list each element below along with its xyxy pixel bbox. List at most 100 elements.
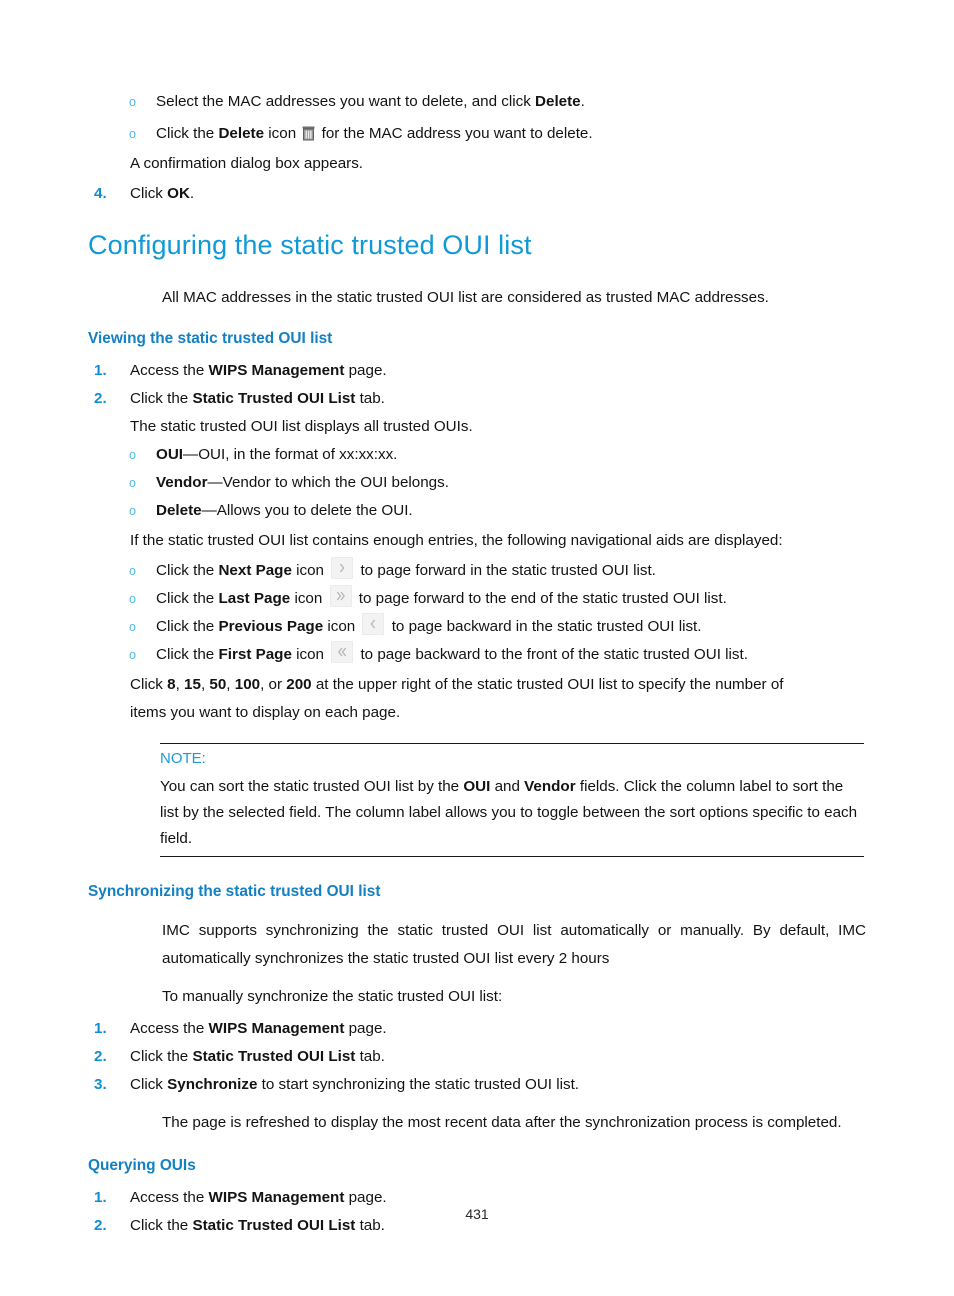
list-item: o Click the Last Page icon to page forwa… <box>88 585 866 613</box>
list-item: o Click the First Page icon to page back… <box>88 641 866 669</box>
previous-page-icon[interactable] <box>362 613 385 635</box>
bullet-marker: o <box>129 648 136 662</box>
bullet-marker: o <box>129 620 136 634</box>
list-item: o Click the Delete icon for the MAC addr… <box>88 120 866 148</box>
page-size-option-50: 50 <box>209 676 227 693</box>
bold-term: Synchronize <box>167 1076 258 1093</box>
manual-intro-paragraph: To manually synchronize the static trust… <box>162 988 503 1005</box>
list-item: o Click the Next Page icon to page forwa… <box>88 557 866 585</box>
list-item: o Click the Previous Page icon to page b… <box>88 613 866 641</box>
step-text: Access the WIPS Management page. <box>130 362 387 379</box>
bullet-marker: o <box>129 504 136 518</box>
list-item-text: Vendor—Vendor to which the OUI belongs. <box>156 474 449 491</box>
bold-term: OUI <box>156 446 184 463</box>
text-fragment: Click the <box>156 562 219 579</box>
list-item: 3. Click Synchronize to start synchroniz… <box>88 1071 866 1099</box>
nav-intro-paragraph: If the static trusted OUI list contains … <box>130 532 783 549</box>
list-item: 4. Click OK. <box>88 180 866 208</box>
step-number: 3. <box>94 1076 107 1093</box>
text-fragment: —OUI, in the format of xx:xx:xx. <box>183 446 398 463</box>
intro-paragraph: All MAC addresses in the static trusted … <box>162 289 769 306</box>
page-size-option-15: 15 <box>184 676 201 693</box>
page-size-paragraph: Click 8, 15, 50, 100, or 200 at the uppe… <box>88 671 802 727</box>
bullet-marker: o <box>129 592 136 606</box>
last-page-icon[interactable] <box>329 585 352 607</box>
bold-term: First Page <box>218 646 292 663</box>
step-number: 1. <box>94 1020 107 1037</box>
text-fragment: , <box>175 676 185 693</box>
bullet-marker: o <box>129 476 136 490</box>
bold-term: WIPS Management <box>208 1189 345 1206</box>
text-fragment: page. <box>344 1020 387 1037</box>
text-fragment: icon <box>291 646 329 663</box>
list-item: 1. Access the WIPS Management page. <box>88 357 866 385</box>
text-fragment: icon <box>323 618 360 635</box>
text-fragment: Access the <box>130 1189 209 1206</box>
list-item: o OUI—OUI, in the format of xx:xx:xx. <box>88 441 866 469</box>
trash-icon <box>302 123 315 141</box>
text-fragment: Click <box>130 676 168 693</box>
list-item-text: Click the Previous Page icon to page bac… <box>156 613 702 635</box>
step-number: 1. <box>94 362 107 379</box>
list-item: o Vendor—Vendor to which the OUI belongs… <box>88 469 866 497</box>
text-fragment: Click the <box>156 125 219 142</box>
text-fragment: Click the <box>156 618 219 635</box>
text-fragment: Click the <box>156 590 219 607</box>
numbered-step-list-top: 4. Click OK. <box>88 180 866 208</box>
numbered-step-list-synchronizing: 1. Access the WIPS Management page. 2. C… <box>88 1015 866 1099</box>
bold-term: Vendor <box>524 778 576 795</box>
numbered-step-list-viewing: 1. Access the WIPS Management page. 2. C… <box>88 357 866 413</box>
text-fragment: Click the <box>130 390 193 407</box>
page-number: 431 <box>465 1206 489 1222</box>
first-page-icon[interactable] <box>331 641 354 663</box>
bold-term: Next Page <box>218 562 292 579</box>
note-body: You can sort the static trusted OUI list… <box>160 774 864 852</box>
list-item-text: Click the Delete icon for the MAC addres… <box>156 125 593 142</box>
text-fragment: Click the <box>156 646 219 663</box>
bold-term: Previous Page <box>218 618 324 635</box>
text-fragment: to page forward to the end of the static… <box>354 590 727 607</box>
bold-term: WIPS Management <box>208 1020 345 1037</box>
bold-term: OK <box>167 185 190 202</box>
confirmation-paragraph: A confirmation dialog box appears. <box>130 155 364 172</box>
text-fragment: Click the <box>130 1048 193 1065</box>
text-fragment: tab. <box>355 390 385 407</box>
note-inner: NOTE: You can sort the static trusted OU… <box>160 744 864 852</box>
text-fragment: to page forward in the static trusted OU… <box>356 562 656 579</box>
synchronizing-paragraph: IMC supports synchronizing the static tr… <box>162 922 866 967</box>
text-fragment: icon <box>264 125 301 142</box>
bullet-marker: o <box>129 127 136 141</box>
step-text: Click Synchronize to start synchronizing… <box>130 1076 579 1093</box>
text-fragment: Click <box>130 1076 168 1093</box>
displays-paragraph: The static trusted OUI list displays all… <box>130 418 473 435</box>
note-label: NOTE: <box>160 750 206 767</box>
bold-term: Static Trusted OUI List <box>192 390 356 407</box>
section-heading-synchronizing: Synchronizing the static trusted OUI lis… <box>88 883 381 900</box>
bold-term: Static Trusted OUI List <box>192 1048 356 1065</box>
bold-term: WIPS Management <box>208 362 345 379</box>
text-fragment: You can sort the static trusted OUI list… <box>160 778 464 795</box>
text-fragment: . <box>189 185 195 202</box>
text-fragment: and <box>490 778 525 795</box>
text-fragment: —Vendor to which the OUI belongs. <box>207 474 449 491</box>
bold-term: Delete <box>156 502 202 519</box>
bold-term: Vendor <box>156 474 208 491</box>
text-fragment: to page backward to the front of the sta… <box>356 646 748 663</box>
next-page-icon[interactable] <box>331 557 354 579</box>
top-bullet-list: o Select the MAC addresses you want to d… <box>88 88 866 148</box>
refresh-paragraph: The page is refreshed to display the mos… <box>162 1114 842 1131</box>
bold-term: Delete <box>218 125 265 142</box>
note-bottom-rule <box>160 856 864 857</box>
navigation-bullet-list: o Click the Next Page icon to page forwa… <box>88 557 866 669</box>
text-fragment: Access the <box>130 362 209 379</box>
text-fragment: page. <box>344 1189 387 1206</box>
text-fragment: icon <box>290 590 327 607</box>
bullet-marker: o <box>129 564 136 578</box>
list-item: o Select the MAC addresses you want to d… <box>88 88 866 116</box>
step-text: Click OK. <box>130 185 194 202</box>
step-number: 4. <box>94 185 107 202</box>
step-text: Access the WIPS Management page. <box>130 1189 387 1206</box>
text-fragment: Select the MAC addresses you want to del… <box>156 93 536 110</box>
text-fragment: . <box>580 93 585 110</box>
list-item: 1. Access the WIPS Management page. <box>88 1015 866 1043</box>
